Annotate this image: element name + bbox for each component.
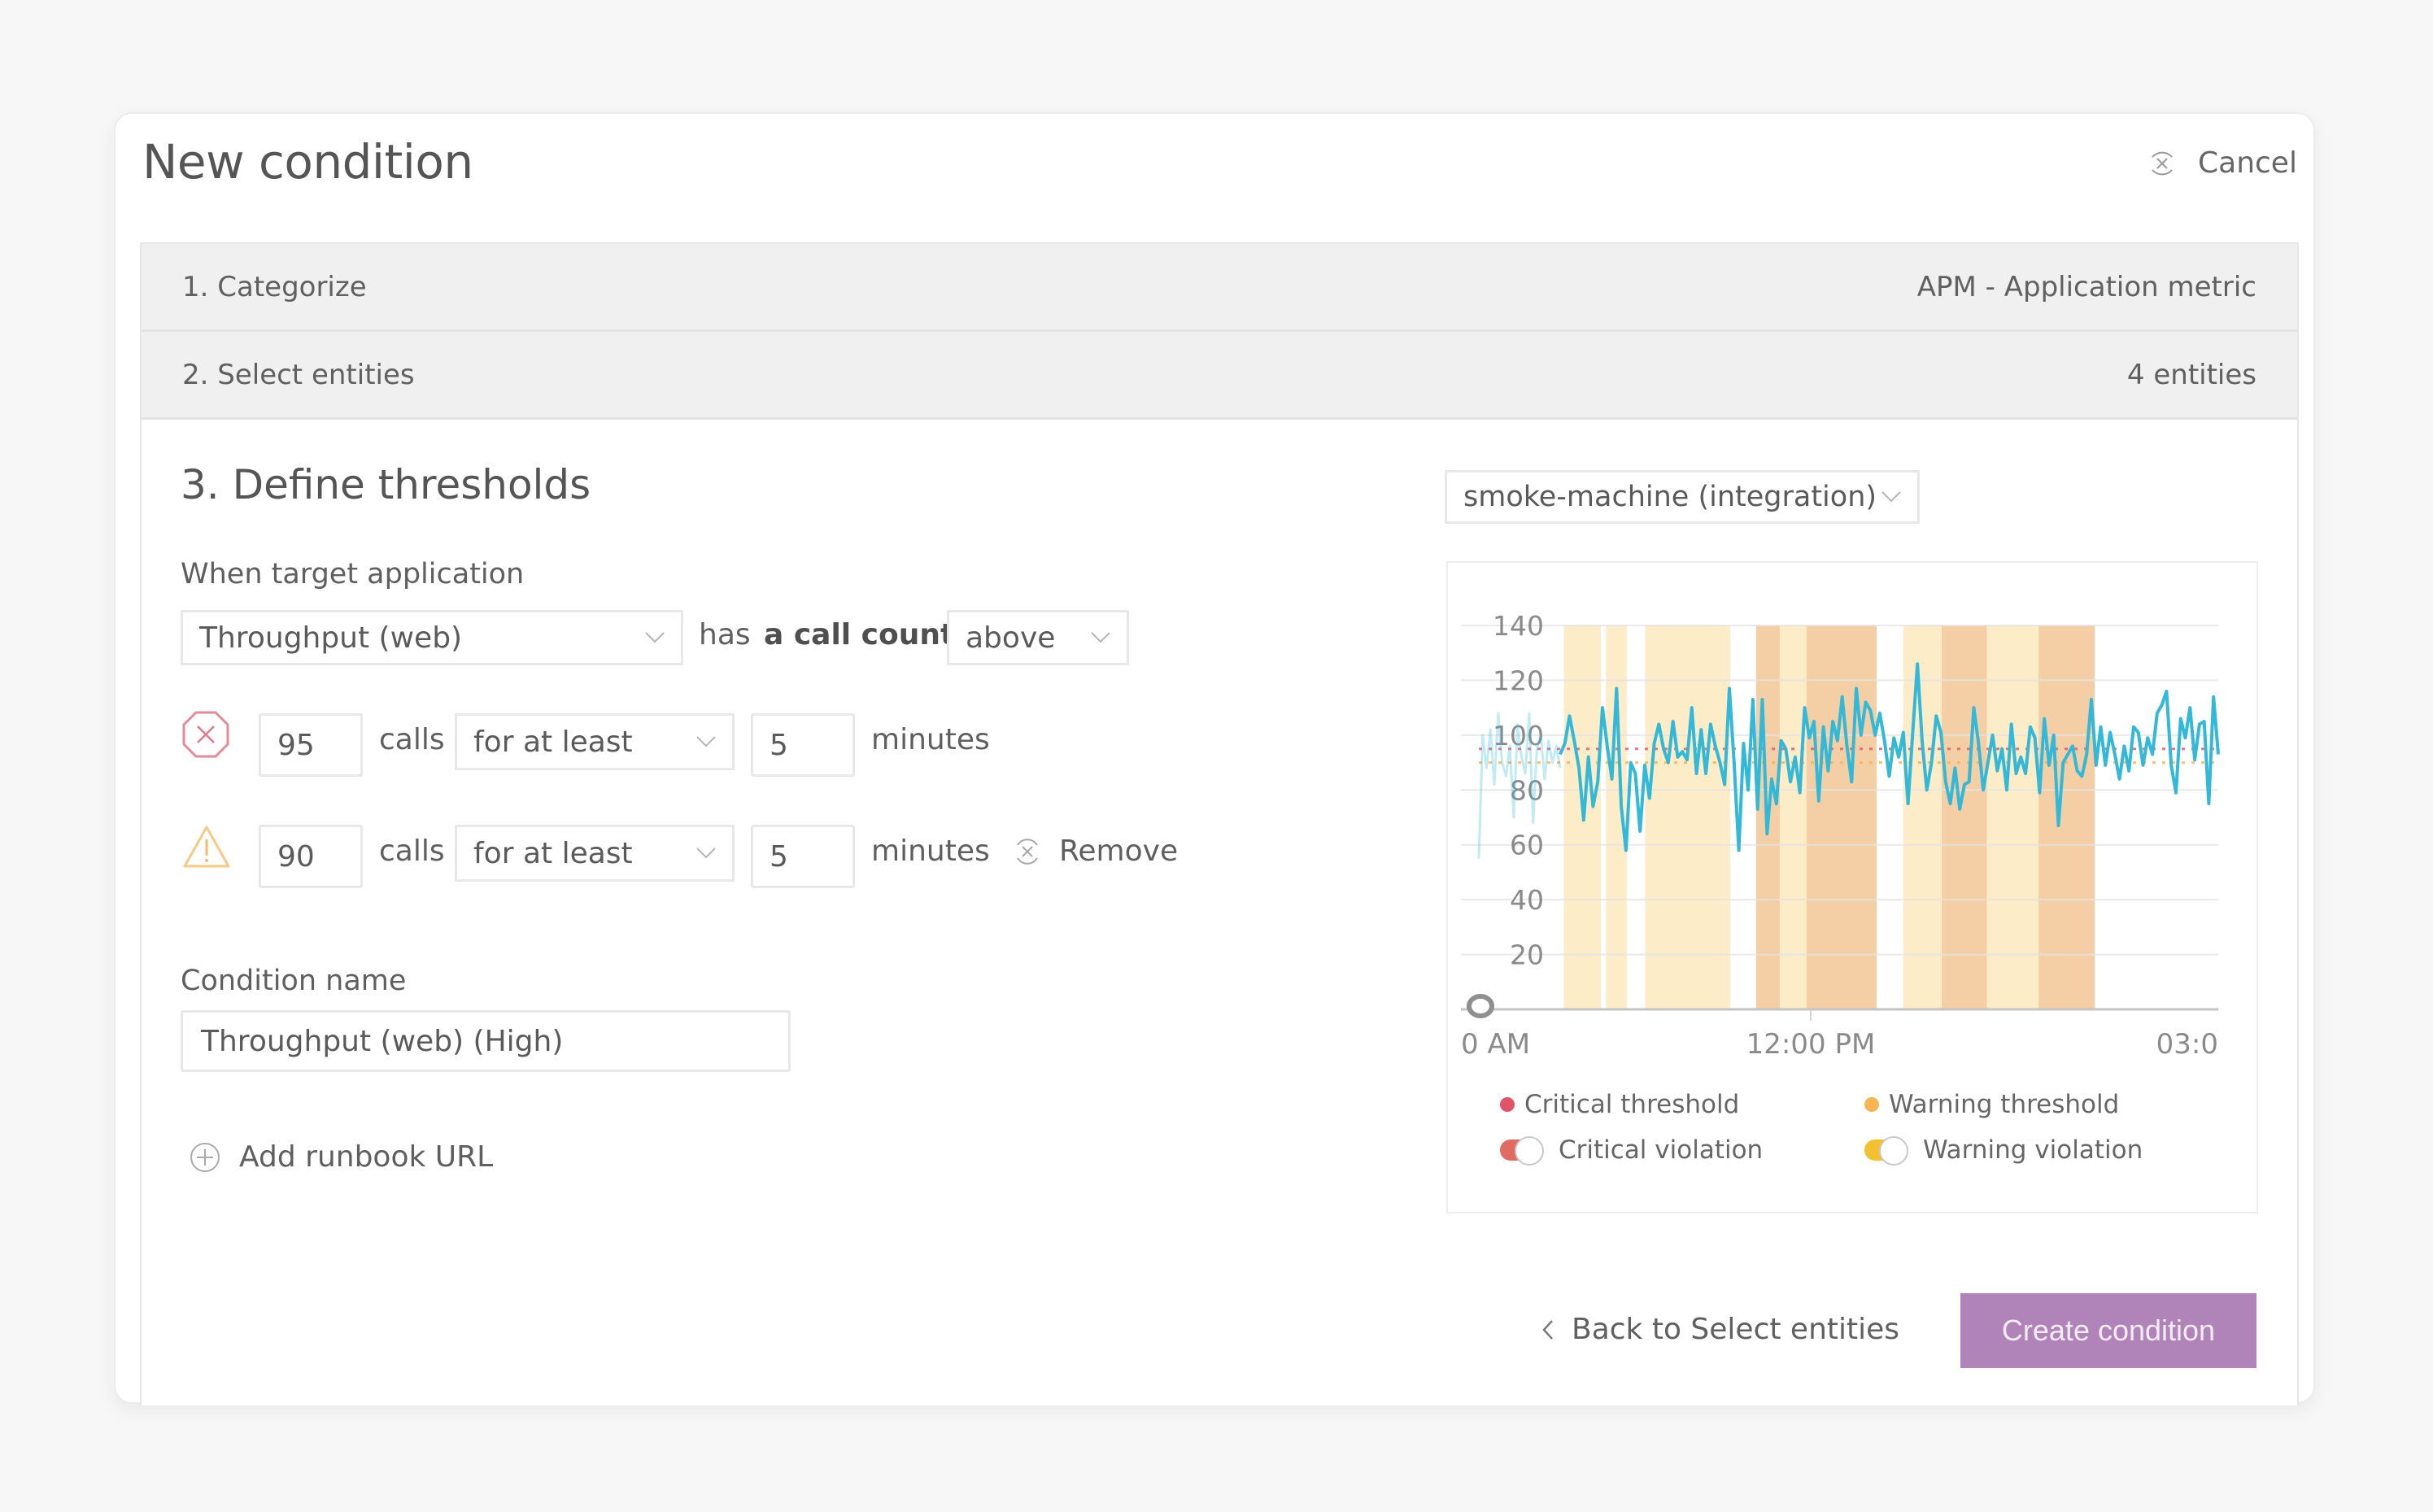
warning-duration-value: for at least — [473, 836, 633, 870]
add-runbook-label: Add runbook URL — [239, 1140, 494, 1174]
critical-duration-value: for at least — [473, 725, 633, 759]
cancel-button[interactable]: Cancel — [2146, 146, 2297, 180]
cancel-label: Cancel — [2198, 146, 2297, 180]
legend-label: Warning violation — [1923, 1135, 2143, 1165]
step-label: 2. Select entities — [182, 358, 415, 391]
violation-band-critical — [1942, 625, 1987, 1009]
critical-threshold-value: 95 — [277, 728, 315, 762]
legend-critical-violation[interactable]: Critical violation — [1500, 1135, 1764, 1166]
warning-dot-icon — [1864, 1097, 1879, 1112]
critical-duration-select[interactable]: for at least — [455, 713, 735, 770]
legend-critical-threshold: Critical threshold — [1500, 1090, 1739, 1119]
create-condition-button[interactable]: Create condition — [1960, 1293, 2256, 1368]
throughput-chart: 20406080100120140 0 AM 12:00 PM 03:0 — [1461, 610, 2220, 1061]
x-tick-label: 03:0 — [2156, 1028, 2218, 1061]
y-tick-label: 40 — [1510, 884, 1544, 916]
zoom-handle-icon — [1467, 994, 1494, 1018]
legend-label: Critical violation — [1559, 1135, 1764, 1165]
warning-violation-toggle[interactable] — [1864, 1136, 1913, 1166]
x-tick-label: 0 AM — [1461, 1028, 1530, 1061]
legend-label: Critical threshold — [1524, 1090, 1740, 1119]
legend-warning-violation[interactable]: Warning violation — [1864, 1135, 2143, 1166]
warning-minutes-label: minutes — [871, 834, 990, 868]
warning-minutes-value: 5 — [770, 839, 788, 874]
y-tick-label: 20 — [1510, 939, 1544, 971]
legend-warning-threshold: Warning threshold — [1864, 1090, 2119, 1119]
when-target-label: When target application — [181, 558, 525, 590]
remove-icon — [1017, 838, 1038, 865]
violation-band-critical — [1806, 625, 1877, 1009]
step-value: APM - Application metric — [1916, 270, 2256, 303]
condition-name-value: Throughput (web) (High) — [201, 1024, 564, 1058]
step-value: 4 entities — [2126, 358, 2256, 391]
close-circle-icon — [2152, 151, 2173, 175]
chevron-down-icon — [645, 632, 665, 643]
violation-band-warning — [1986, 625, 2039, 1009]
y-tick-label: 120 — [1493, 664, 1544, 696]
operator-select[interactable]: above — [947, 610, 1129, 665]
critical-minutes-value: 5 — [770, 728, 788, 762]
condition-name-input[interactable]: Throughput (web) (High) — [181, 1010, 791, 1072]
chevron-down-icon — [1091, 632, 1110, 643]
critical-violation-toggle[interactable] — [1500, 1136, 1549, 1166]
metric-select-value: Throughput (web) — [199, 621, 463, 655]
page-title: New condition — [142, 134, 473, 190]
back-label: Back to Select entities — [1572, 1313, 1900, 1346]
step-select-entities[interactable]: 2. Select entities 4 entities — [142, 332, 2297, 420]
critical-threshold-input[interactable]: 95 — [259, 713, 363, 777]
entity-select[interactable]: smoke-machine (integration) — [1445, 470, 1920, 524]
y-tick-label: 60 — [1510, 830, 1544, 861]
remove-label: Remove — [1059, 834, 1179, 868]
violation-band-warning — [1645, 625, 1731, 1009]
warning-unit-label: calls — [379, 834, 445, 868]
chevron-down-icon — [1881, 491, 1901, 503]
violation-band-warning — [1903, 625, 1942, 1009]
violation-band-critical — [2038, 625, 2095, 1009]
violation-band-warning — [1779, 625, 1807, 1009]
chevron-left-icon — [1542, 1319, 1553, 1340]
call-count-text: a call count — [764, 618, 955, 651]
metric-select[interactable]: Throughput (web) — [181, 610, 683, 665]
section-title: 3. Define thresholds — [181, 461, 591, 508]
legend-label: Warning threshold — [1889, 1090, 2120, 1119]
warning-minutes-input[interactable]: 5 — [751, 825, 855, 888]
warning-duration-select[interactable]: for at least — [455, 825, 735, 882]
x-tick-label: 12:00 PM — [1746, 1028, 1876, 1061]
back-to-select-entities-link[interactable]: Back to Select entities — [1541, 1313, 1899, 1346]
plus-circle-icon — [190, 1142, 220, 1172]
warning-threshold-value: 90 — [277, 839, 315, 874]
warning-triangle-icon — [183, 826, 230, 868]
remove-warning-button[interactable]: Remove — [1014, 834, 1178, 868]
has-text: has — [699, 618, 751, 651]
step-label: 1. Categorize — [182, 270, 367, 303]
critical-unit-label: calls — [379, 723, 445, 756]
critical-minutes-input[interactable]: 5 — [751, 713, 855, 777]
step-categorize[interactable]: 1. Categorize APM - Application metric — [142, 244, 2297, 332]
chevron-down-icon — [696, 848, 716, 859]
warning-threshold-input[interactable]: 90 — [259, 825, 363, 888]
operator-select-value: above — [966, 621, 1056, 655]
y-tick-label: 140 — [1493, 610, 1544, 642]
critical-octagon-x-icon — [182, 711, 229, 758]
chevron-down-icon — [696, 736, 716, 747]
condition-name-label: Condition name — [181, 965, 407, 997]
critical-minutes-label: minutes — [871, 723, 990, 756]
entity-select-value: smoke-machine (integration) — [1463, 481, 1877, 513]
add-runbook-url-button[interactable]: Add runbook URL — [189, 1140, 493, 1174]
critical-dot-icon — [1500, 1097, 1515, 1112]
